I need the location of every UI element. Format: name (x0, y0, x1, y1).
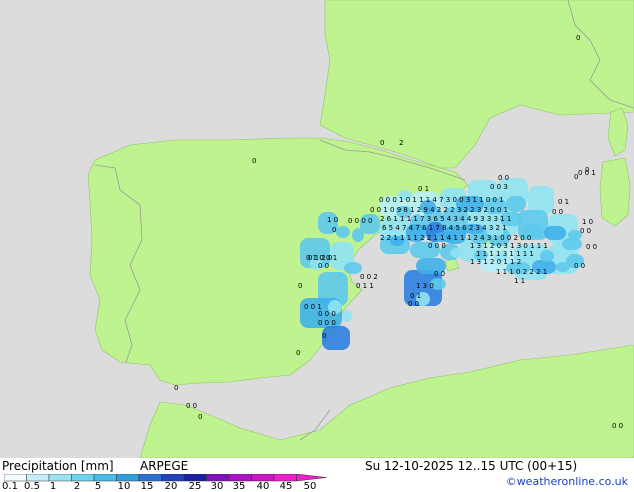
precip-cell (556, 262, 570, 272)
precip-value: 0 (380, 139, 384, 147)
precip-value: 0 0 0 (318, 310, 336, 318)
precip-cell (544, 226, 566, 240)
precip-value: 0 0 (586, 243, 597, 251)
scale-tick-label: 50 (303, 481, 317, 492)
precip-value: 2 6 1 1 1 1 7 3 6 5 4 3 4 4 9 3 3 3 1 1 (380, 215, 511, 223)
precip-value: 1 1 (514, 277, 525, 285)
precip-value: 0 0 0 0 (348, 217, 373, 225)
precip-cell (562, 238, 582, 250)
precip-cell (342, 310, 352, 322)
precip-value: 0 (296, 349, 300, 357)
precip-value: 0 0 (580, 227, 591, 235)
scale-tick-label: 35 (232, 481, 246, 492)
precip-cell (450, 248, 464, 258)
legend-title: Precipitation [mm] (2, 459, 114, 473)
precip-value: 2 2 1 1 1 1 2 2 1 1 4 1 1 1 2 4 3 1 0 0 … (380, 234, 531, 242)
precip-value: 0 1 (410, 292, 421, 300)
scale-swatch (138, 474, 162, 482)
scale-tick-label: 30 (210, 481, 224, 492)
scale-tick-label: 20 (164, 481, 178, 492)
scale-tick-label: 5 (94, 481, 102, 492)
scale-swatch (161, 474, 185, 482)
precip-cell (540, 250, 554, 262)
precip-value: 0 0 (552, 208, 563, 216)
precip-value: 0 (252, 157, 256, 165)
scale-swatch (26, 474, 50, 482)
scale-swatch (273, 474, 297, 482)
precip-value: 0 (332, 226, 336, 234)
precip-value: 0 0 2 (360, 273, 378, 281)
precip-value: 0 0 0 (428, 242, 446, 250)
precip-value: 0 0 (612, 422, 623, 430)
precip-value: 0 0 (498, 174, 509, 182)
scale-tick-label: 0.5 (24, 481, 40, 492)
precip-value: 1 3 0 (416, 282, 434, 290)
precip-value: 1 0 (582, 218, 593, 226)
precip-cell (336, 226, 350, 238)
model-name: ARPEGE (140, 459, 189, 473)
scale-tick-label: 45 (279, 481, 293, 492)
precip-value: 0 0 0 (318, 319, 336, 327)
credit-link[interactable]: ©weatheronline.co.uk (506, 475, 628, 488)
precip-value: 1 0 (327, 216, 338, 224)
precip-value: 0 0 (434, 270, 445, 278)
precip-value: 6 5 4 7 4 7 6 1 7 8 4 5 6 2 3 4 3 2 1 (382, 224, 507, 232)
scale-tick-label: 40 (256, 481, 270, 492)
precip-value: 1 1 1 1 3 1 1 1 1 (476, 250, 534, 258)
scale-tick-label: 10 (117, 481, 131, 492)
precip-value: 0 (585, 166, 589, 174)
scale-swatch (4, 474, 27, 482)
precip-value: 0 0 (186, 402, 197, 410)
precip-value: 0 0 3 (490, 183, 508, 191)
precip-value: 0 1 (418, 185, 429, 193)
scale-tick-label: 0.1 (2, 481, 18, 492)
precip-cell (352, 228, 364, 242)
precip-value: 0 0 (318, 262, 329, 270)
precip-value: 0 (298, 282, 302, 290)
precip-value: 1 3 1 2 0 3 1 3 0 1 1 1 (470, 242, 548, 250)
scale-overflow-arrow (296, 474, 327, 482)
precip-value: 2 (399, 139, 403, 147)
precip-value: 0 (322, 332, 326, 340)
scale-tick-label: 15 (140, 481, 154, 492)
scale-swatch (251, 474, 275, 482)
precip-value: 0 1 0 0 1 (306, 254, 337, 262)
precip-value: 1 3 1 2 0 1 1 2 (470, 258, 521, 266)
scale-swatch (116, 474, 140, 482)
scale-tick-label: 2 (73, 481, 81, 492)
scale-tick-label: 25 (188, 481, 202, 492)
scale-tick-label: 1 (49, 481, 57, 492)
scale-swatch (48, 474, 72, 482)
valid-datetime: Su 12-10-2025 12..15 UTC (00+15) (365, 459, 578, 473)
precip-value: 0 0 0 1 0 1 1 1 4 7 3 0 0 3 1 1 0 0 1 (379, 196, 504, 204)
precipitation-map: 0 1 0 0 0 1 0 1 1 1 4 7 3 0 0 3 1 1 0 0 1… (0, 0, 634, 458)
precip-value: 0 (576, 34, 580, 42)
precip-value: 0 0 1 0 9 8 1 2 9 4 2 2 2 3 2 2 3 2 0 0 … (370, 206, 508, 214)
scale-swatch (183, 474, 207, 482)
precip-value: 0 1 1 (356, 282, 374, 290)
precip-value: 0 (198, 413, 202, 421)
precip-cell (528, 186, 554, 214)
precip-value: 1 1 1 0 2 2 2 1 (496, 268, 547, 276)
precip-value: 0 (174, 384, 178, 392)
precip-value: 0 1 (558, 198, 569, 206)
precip-value: 0 0 (574, 262, 585, 270)
scale-swatch (206, 474, 230, 482)
precip-cell (506, 196, 526, 212)
land-sardinia (599, 157, 631, 227)
precip-value: 0 0 (408, 300, 419, 308)
scale-swatch (93, 474, 117, 482)
scale-swatch (71, 474, 95, 482)
precip-value: 0 (574, 173, 578, 181)
scale-swatch (228, 474, 252, 482)
